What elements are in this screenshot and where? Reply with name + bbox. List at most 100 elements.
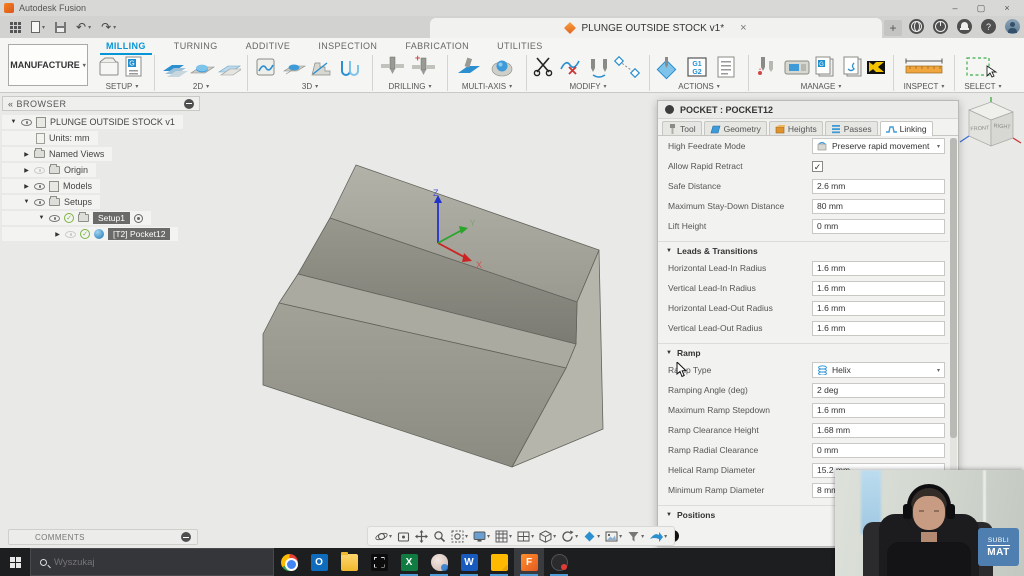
dialog-header[interactable]: POCKET : POCKET12 bbox=[658, 101, 958, 119]
2d-pocket-icon[interactable] bbox=[191, 65, 214, 73]
setup-sheet-icon[interactable] bbox=[718, 57, 734, 77]
tool-library-icon[interactable] bbox=[758, 57, 773, 75]
visibility-cube-button[interactable]: ▾ bbox=[537, 530, 558, 543]
group-label-2d[interactable]: 2D▾ bbox=[193, 82, 209, 91]
tab-milling[interactable]: MILLING bbox=[92, 40, 160, 54]
redo-button[interactable]: ↷▾ bbox=[101, 18, 116, 36]
tab-fabrication[interactable]: FABRICATION bbox=[391, 40, 483, 54]
taskbar-capture[interactable] bbox=[364, 548, 394, 576]
2d-adaptive-icon[interactable] bbox=[163, 65, 188, 77]
jump-to-button[interactable]: ▾ bbox=[647, 530, 669, 543]
taskbar-3d-app[interactable] bbox=[424, 548, 454, 576]
browser-options-icon[interactable] bbox=[184, 99, 194, 109]
pan-button[interactable] bbox=[413, 530, 430, 543]
h-leadout-radius-input[interactable] bbox=[812, 301, 945, 316]
document-tab-close-icon[interactable]: × bbox=[740, 22, 746, 34]
simulate-refresh-button[interactable]: ▾ bbox=[559, 530, 580, 543]
dialog-tab-geometry[interactable]: Geometry bbox=[704, 121, 767, 135]
taskbar-outlook[interactable]: O bbox=[304, 548, 334, 576]
taskbar-chrome[interactable] bbox=[274, 548, 304, 576]
select-icon[interactable] bbox=[967, 58, 996, 77]
edit-points-icon[interactable] bbox=[615, 57, 639, 77]
kennametal-logo-icon[interactable] bbox=[867, 61, 885, 74]
zoom-button[interactable] bbox=[431, 530, 448, 543]
tree-item-models[interactable]: ▶Models bbox=[2, 179, 100, 193]
replace-tool-icon[interactable] bbox=[591, 59, 607, 77]
document-tab[interactable]: PLUNGE OUTSIDE STOCK v1* × bbox=[430, 18, 882, 38]
visibility-eye-off-icon[interactable] bbox=[34, 167, 45, 174]
dialog-tab-linking[interactable]: Linking bbox=[880, 121, 933, 136]
workspace-selector[interactable]: MANUFACTURE▾ bbox=[8, 44, 88, 86]
simulate-icon[interactable] bbox=[657, 57, 675, 79]
section-ramp[interactable]: ▼Ramp bbox=[658, 343, 949, 360]
visibility-eye-icon[interactable] bbox=[34, 183, 45, 190]
3d-spiral-icon[interactable] bbox=[342, 61, 358, 75]
start-button[interactable] bbox=[0, 548, 30, 576]
allow-rapid-retract-checkbox[interactable]: ✓ bbox=[812, 161, 823, 172]
tree-item-units[interactable]: Units: mm bbox=[2, 131, 98, 145]
orbit-button[interactable]: ▾ bbox=[373, 530, 394, 543]
taskbar-fusion[interactable]: F bbox=[514, 548, 544, 576]
visibility-eye-icon[interactable] bbox=[49, 215, 60, 222]
dialog-tab-heights[interactable]: Heights bbox=[769, 121, 823, 135]
extensions-icon[interactable] bbox=[909, 19, 924, 34]
swarf-icon[interactable] bbox=[458, 58, 480, 73]
group-label-3d[interactable]: 3D▾ bbox=[302, 82, 318, 91]
tab-turning[interactable]: TURNING bbox=[160, 40, 232, 54]
visibility-eye-icon[interactable] bbox=[21, 119, 32, 126]
post-process-icon[interactable]: G1G2 bbox=[688, 58, 706, 76]
group-label-actions[interactable]: ACTIONS▾ bbox=[678, 82, 720, 91]
v-leadin-radius-input[interactable] bbox=[812, 281, 945, 296]
display-settings-button[interactable]: ▾ bbox=[471, 530, 492, 543]
drill-icon[interactable] bbox=[381, 57, 404, 74]
scrollbar-thumb[interactable] bbox=[950, 138, 957, 438]
tree-item-origin[interactable]: ▶Origin bbox=[2, 163, 96, 177]
3d-adaptive-icon[interactable] bbox=[257, 59, 274, 75]
taskbar-search[interactable] bbox=[30, 548, 274, 576]
look-at-button[interactable] bbox=[395, 530, 412, 543]
taskbar-recorder[interactable] bbox=[544, 548, 574, 576]
group-label-setup[interactable]: SETUP▾ bbox=[106, 82, 139, 91]
recent-clock-icon[interactable] bbox=[933, 19, 948, 34]
ramp-radial-clearance-input[interactable] bbox=[812, 443, 945, 458]
browser-header[interactable]: « BROWSER bbox=[2, 96, 200, 111]
visibility-eye-icon[interactable] bbox=[34, 199, 45, 206]
maximize-button[interactable]: ▢ bbox=[968, 1, 994, 15]
delete-passes-icon[interactable] bbox=[561, 61, 579, 74]
stock-image-button[interactable]: ▾ bbox=[603, 530, 624, 543]
grid-snaps-button[interactable]: ▾ bbox=[493, 530, 514, 543]
group-label-select[interactable]: SELECT▾ bbox=[964, 82, 1001, 91]
close-button[interactable]: × bbox=[994, 1, 1020, 15]
lift-height-input[interactable] bbox=[812, 219, 945, 234]
new-tab-button[interactable]: + bbox=[884, 20, 902, 36]
rotary-icon[interactable] bbox=[492, 61, 512, 77]
taskbar-word[interactable]: W bbox=[454, 548, 484, 576]
high-feedrate-mode-dropdown[interactable]: Preserve rapid movement▾ bbox=[812, 138, 945, 154]
group-label-inspect[interactable]: INSPECT▾ bbox=[904, 82, 945, 91]
taskbar-excel[interactable]: X bbox=[394, 548, 424, 576]
tool-orientation-button[interactable]: ▾ bbox=[581, 530, 602, 543]
3d-pocket-icon[interactable] bbox=[284, 65, 305, 75]
section-leads-transitions[interactable]: ▼Leads & Transitions bbox=[658, 241, 949, 258]
notifications-bell-icon[interactable] bbox=[957, 19, 972, 34]
group-label-multiaxis[interactable]: MULTI-AXIS▾ bbox=[462, 82, 512, 91]
new-setup-icon[interactable] bbox=[100, 58, 118, 75]
help-icon[interactable]: ? bbox=[981, 19, 996, 34]
gcode-files-icon[interactable]: G bbox=[816, 57, 833, 76]
v-leadout-radius-input[interactable] bbox=[812, 321, 945, 336]
safe-distance-input[interactable] bbox=[812, 179, 945, 194]
group-label-drilling[interactable]: DRILLING▾ bbox=[389, 82, 432, 91]
undo-button[interactable]: ↶▾ bbox=[76, 18, 91, 36]
view-cube[interactable]: FRONT RIGHT bbox=[956, 97, 1024, 157]
user-avatar[interactable] bbox=[1005, 19, 1020, 34]
tab-utilities[interactable]: UTILITIES bbox=[483, 40, 557, 54]
templates-icon[interactable] bbox=[844, 57, 861, 76]
group-label-modify[interactable]: MODIFY▾ bbox=[569, 82, 606, 91]
dialog-tab-passes[interactable]: Passes bbox=[825, 121, 878, 135]
tree-item-pocket12[interactable]: ▶✓[T2] Pocket12 bbox=[2, 227, 178, 241]
dialog-grip-icon[interactable] bbox=[665, 105, 674, 114]
ramping-angle-input[interactable] bbox=[812, 383, 945, 398]
app-grid-button[interactable] bbox=[10, 18, 21, 36]
max-stay-down-input[interactable] bbox=[812, 199, 945, 214]
dialog-scrollbar[interactable] bbox=[950, 138, 957, 490]
